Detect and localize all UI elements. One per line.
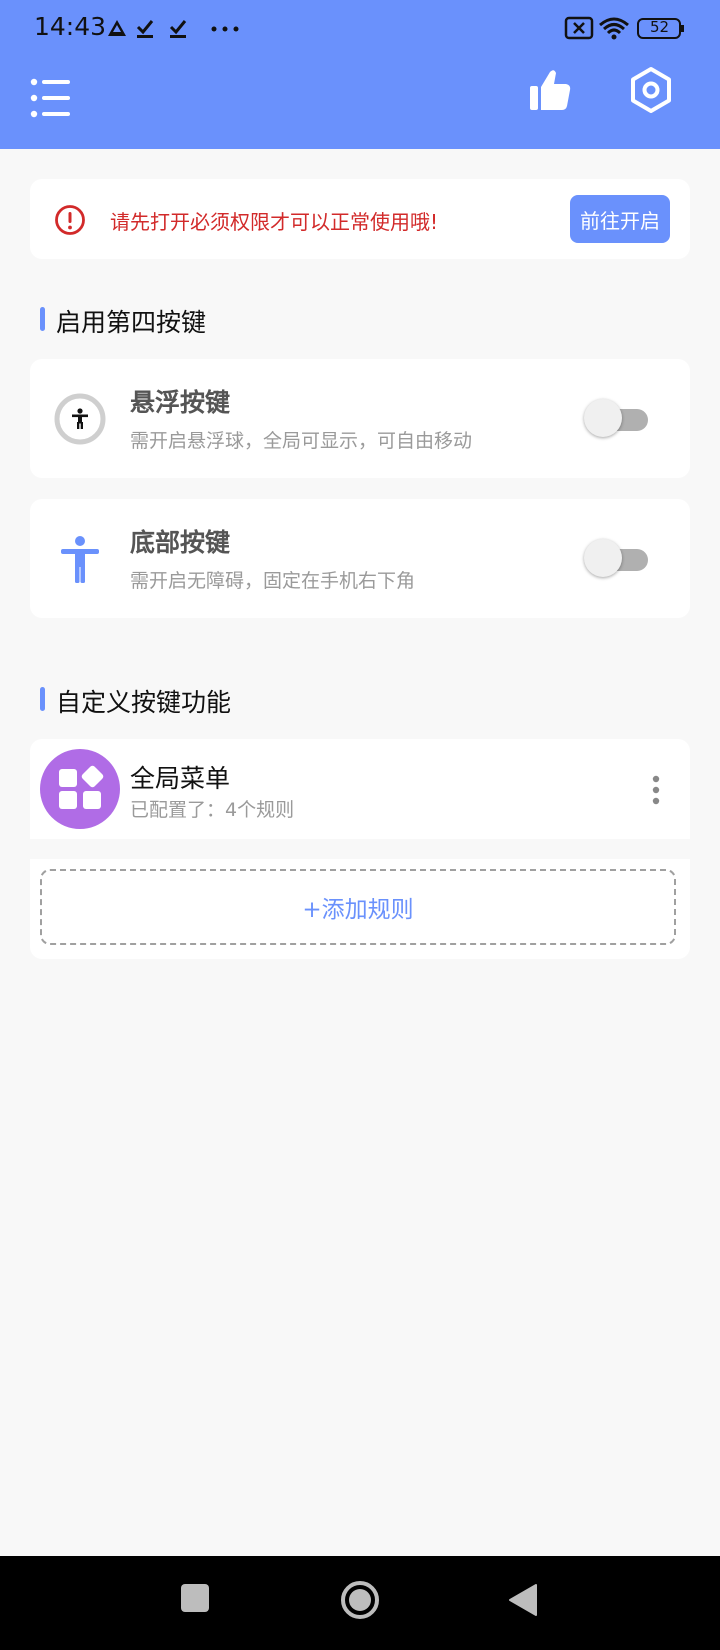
permission-notice-text: 请先打开必须权限才可以正常使用哦! — [110, 210, 439, 234]
floating-key-toggle[interactable] — [584, 399, 648, 437]
home-icon[interactable] — [340, 1580, 380, 1620]
settings-button[interactable] — [628, 66, 674, 114]
status-bar: 14:43 52 — [0, 0, 720, 56]
back-icon[interactable] — [508, 1583, 538, 1617]
toggle-knob — [584, 399, 622, 437]
status-time: 14:43 — [34, 12, 107, 41]
apps-grid-icon — [59, 765, 104, 809]
rule-subtitle: 已配置了：4个规则 — [130, 799, 295, 821]
more-vert-icon[interactable] — [652, 775, 660, 805]
recent-apps-icon[interactable] — [180, 1583, 210, 1613]
floating-key-desc: 需开启悬浮球，全局可显示，可自由移动 — [130, 430, 473, 452]
floating-key-title: 悬浮按键 — [130, 388, 231, 417]
accessibility-person-icon — [61, 536, 99, 583]
toggle-knob — [584, 539, 622, 577]
bottom-key-toggle[interactable] — [584, 539, 648, 577]
bottom-key-card[interactable]: 底部按键 需开启无障碍，固定在手机右下角 — [30, 499, 690, 618]
battery-level: 52 — [650, 18, 670, 36]
menu-list-icon — [30, 78, 70, 118]
like-button[interactable] — [528, 68, 572, 112]
settings-hexagon-icon — [631, 67, 671, 113]
add-rule-button[interactable]: +添加规则 — [40, 869, 676, 945]
accessibility-circle-icon — [54, 393, 106, 445]
thumbs-up-icon — [530, 70, 571, 110]
app-header: 14:43 52 — [0, 0, 720, 149]
add-rule-card: +添加规则 — [30, 859, 690, 959]
system-nav-bar — [0, 1556, 720, 1650]
go-enable-button[interactable]: 前往开启 — [570, 195, 670, 243]
permission-notice-card: 请先打开必须权限才可以正常使用哦! 前往开启 — [30, 179, 690, 259]
rule-title: 全局菜单 — [130, 764, 231, 793]
system-icons: 52 — [564, 14, 686, 42]
menu-button[interactable] — [30, 78, 72, 118]
rule-item-global-menu[interactable]: 全局菜单 已配置了：4个规则 — [30, 739, 690, 839]
bottom-key-desc: 需开启无障碍，固定在手机右下角 — [130, 570, 416, 592]
floating-key-card[interactable]: 悬浮按键 需开启悬浮球，全局可显示，可自由移动 — [30, 359, 690, 478]
section-title-fourth-key: 启用第四按键 — [40, 303, 206, 339]
bottom-key-title: 底部按键 — [130, 528, 231, 557]
section-title-custom-key: 自定义按键功能 — [40, 683, 231, 719]
notification-icons — [108, 20, 239, 38]
rule-avatar — [40, 749, 120, 829]
alert-circle-icon — [55, 205, 85, 235]
